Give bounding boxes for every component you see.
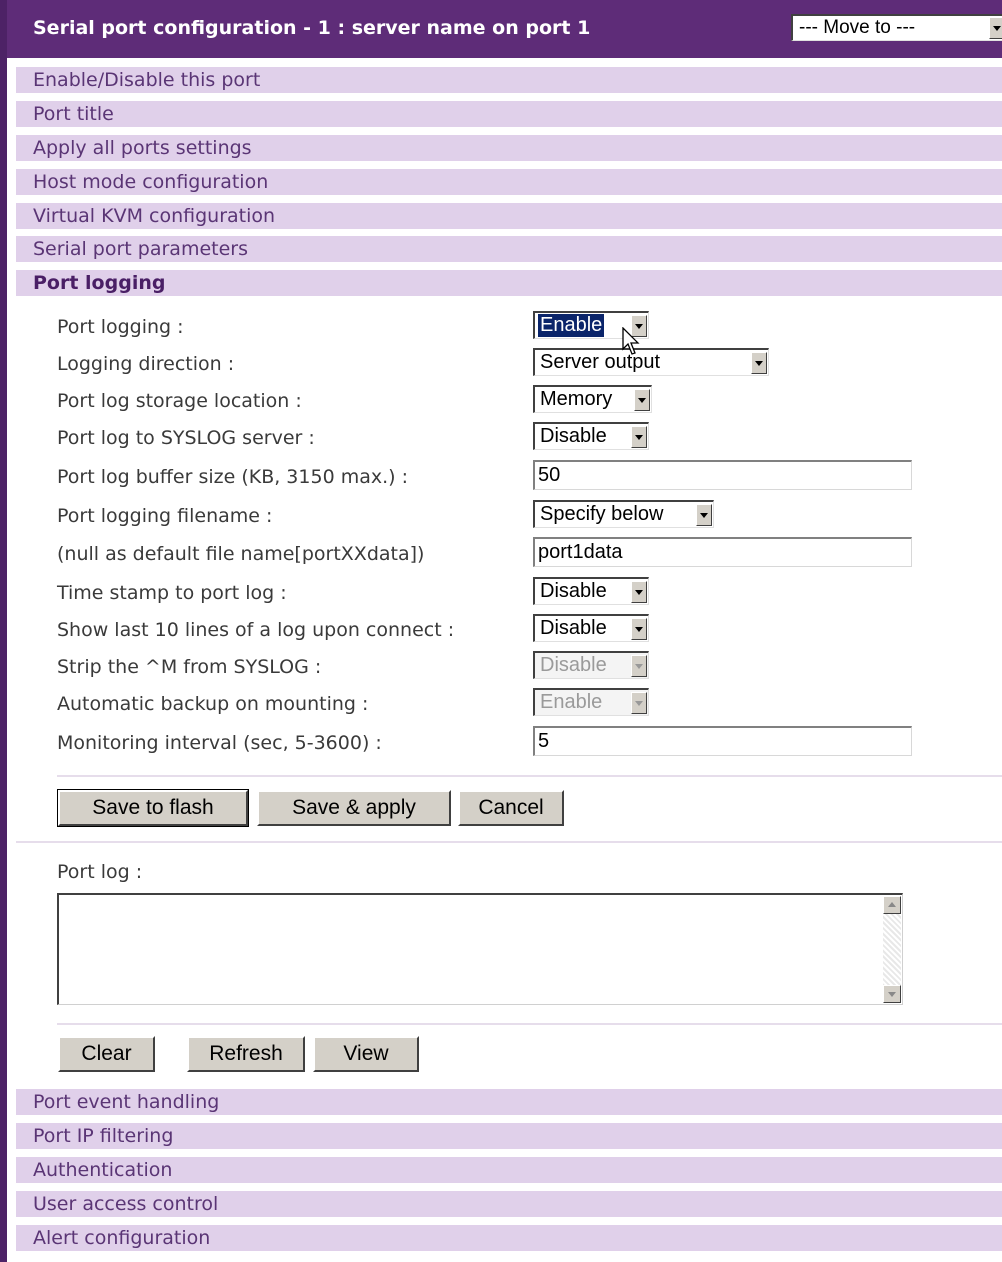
left-border: [0, 0, 7, 1262]
chevron-down-icon: [631, 655, 647, 677]
chevron-down-icon[interactable]: [634, 389, 650, 411]
chevron-down-icon[interactable]: [631, 426, 647, 448]
logging-direction-select[interactable]: Server output: [533, 348, 769, 376]
clear-button[interactable]: Clear: [58, 1036, 155, 1072]
move-to-value: --- Move to ---: [799, 17, 916, 38]
storage-location-value: Memory: [540, 388, 613, 410]
divider: [57, 775, 1002, 777]
move-to-select[interactable]: --- Move to ---: [791, 14, 1002, 41]
chevron-down-icon[interactable]: [696, 504, 712, 526]
syslog-select[interactable]: Disable: [533, 422, 649, 450]
save-to-flash-button[interactable]: Save to flash: [57, 789, 249, 827]
auto-backup-label: Automatic backup on mounting :: [57, 693, 369, 715]
save-apply-button[interactable]: Save & apply: [257, 790, 451, 826]
syslog-label: Port log to SYSLOG server :: [57, 427, 315, 449]
section-ip-filtering[interactable]: Port IP filtering: [16, 1123, 1002, 1149]
filename-value: Specify below: [540, 503, 664, 525]
section-virtual-kvm[interactable]: Virtual KVM configuration: [16, 203, 1002, 229]
time-stamp-value: Disable: [540, 580, 607, 602]
logging-direction-label: Logging direction :: [57, 353, 235, 375]
divider: [16, 841, 1002, 843]
time-stamp-label: Time stamp to port log :: [57, 582, 287, 604]
section-apply-all[interactable]: Apply all ports settings: [16, 135, 1002, 161]
monitoring-interval-input[interactable]: 5: [533, 726, 912, 756]
divider: [57, 1023, 1002, 1025]
storage-location-select[interactable]: Memory: [533, 385, 652, 413]
port-logging-value: Enable: [538, 314, 605, 337]
chevron-down-icon[interactable]: [989, 17, 1002, 39]
mouse-cursor-icon: [622, 327, 640, 355]
filename-label: Port logging filename :: [57, 505, 273, 527]
section-enable-disable[interactable]: Enable/Disable this port: [16, 67, 1002, 93]
view-button[interactable]: View: [313, 1036, 419, 1072]
show-last-select[interactable]: Disable: [533, 614, 649, 642]
strip-m-value: Disable: [540, 654, 607, 676]
filename-input[interactable]: port1data: [533, 537, 912, 567]
default-name-label: (null as default file name[portXXdata]): [57, 543, 425, 565]
port-logging-label: Port logging :: [57, 316, 184, 338]
section-port-event[interactable]: Port event handling: [16, 1089, 1002, 1115]
section-port-logging[interactable]: Port logging: [16, 270, 1002, 296]
port-log-label: Port log :: [57, 861, 143, 883]
auto-backup-value: Enable: [540, 691, 603, 713]
page-header: Serial port configuration - 1 : server n…: [7, 0, 1002, 58]
chevron-down-icon: [631, 692, 647, 714]
strip-m-label: Strip the ^M from SYSLOG :: [57, 656, 322, 678]
page-title: Serial port configuration - 1 : server n…: [33, 17, 591, 39]
show-last-value: Disable: [540, 617, 607, 639]
refresh-button[interactable]: Refresh: [187, 1036, 305, 1072]
section-alert[interactable]: Alert configuration: [16, 1225, 1002, 1251]
monitoring-interval-label: Monitoring interval (sec, 5-3600) :: [57, 732, 382, 754]
section-port-title[interactable]: Port title: [16, 101, 1002, 127]
buffer-size-label: Port log buffer size (KB, 3150 max.) :: [57, 466, 408, 488]
time-stamp-select[interactable]: Disable: [533, 577, 649, 605]
section-host-mode[interactable]: Host mode configuration: [16, 169, 1002, 195]
filename-select[interactable]: Specify below: [533, 500, 714, 528]
show-last-label: Show last 10 lines of a log upon connect…: [57, 619, 455, 641]
scroll-down-icon[interactable]: [883, 985, 901, 1003]
syslog-value: Disable: [540, 425, 607, 447]
scroll-up-icon[interactable]: [883, 896, 901, 914]
port-log-textarea[interactable]: [57, 893, 903, 1005]
scrollbar[interactable]: [883, 896, 901, 1003]
storage-location-label: Port log storage location :: [57, 390, 302, 412]
cancel-button[interactable]: Cancel: [458, 790, 564, 826]
chevron-down-icon[interactable]: [631, 581, 647, 603]
section-user-access[interactable]: User access control: [16, 1191, 1002, 1217]
strip-m-select: Disable: [533, 651, 649, 679]
chevron-down-icon[interactable]: [751, 352, 767, 374]
buffer-size-input[interactable]: 50: [533, 460, 912, 490]
section-serial-params[interactable]: Serial port parameters: [16, 236, 1002, 262]
chevron-down-icon[interactable]: [631, 618, 647, 640]
section-authentication[interactable]: Authentication: [16, 1157, 1002, 1183]
auto-backup-select: Enable: [533, 688, 649, 716]
